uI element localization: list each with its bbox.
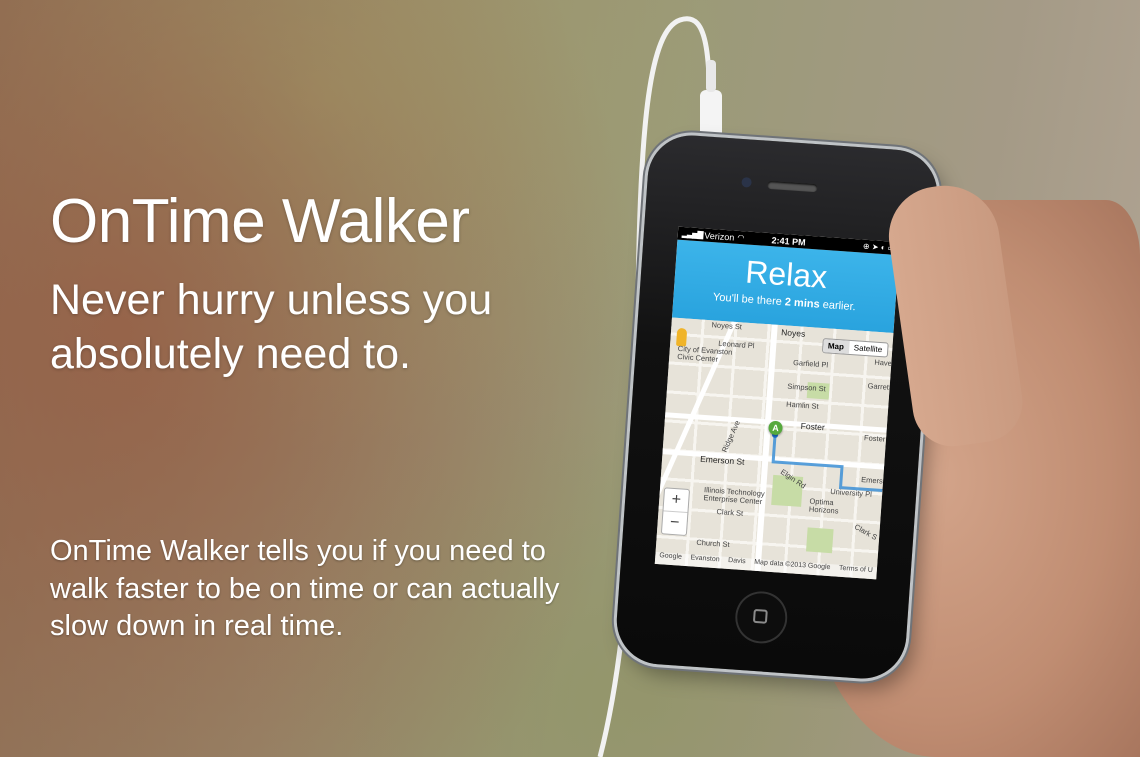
phone-screen: ▂▃▅▇ Verizon ◠ 2:41 PM ⊕ ➤ ◐ ▭ Relax You… [654,226,900,580]
map-label: Evanston [690,554,720,564]
app-description: OnTime Walker tells you if you need to w… [50,535,560,643]
zoom-out-button[interactable]: − [662,511,687,535]
home-button[interactable] [733,589,790,646]
walking-route [771,431,883,493]
tagline: Never hurry unless you absolutely need t… [50,276,493,378]
minutes-early: 2 mins [784,296,821,311]
map-label: Davis [727,556,746,566]
app-title: OnTime Walker [50,187,470,256]
zoom-controls: + − [660,487,691,537]
map-view[interactable]: Map Satellite Noyes St Noyes Leonard Pl … [654,317,894,580]
google-logo: Google [659,552,683,561]
earpiece-speaker [767,180,818,193]
zoom-in-button[interactable]: + [663,488,689,514]
terms-link[interactable]: Terms of U [838,565,873,579]
iphone: ▂▃▅▇ Verizon ◠ 2:41 PM ⊕ ➤ ◐ ▭ Relax You… [613,132,941,682]
front-camera [741,176,752,188]
